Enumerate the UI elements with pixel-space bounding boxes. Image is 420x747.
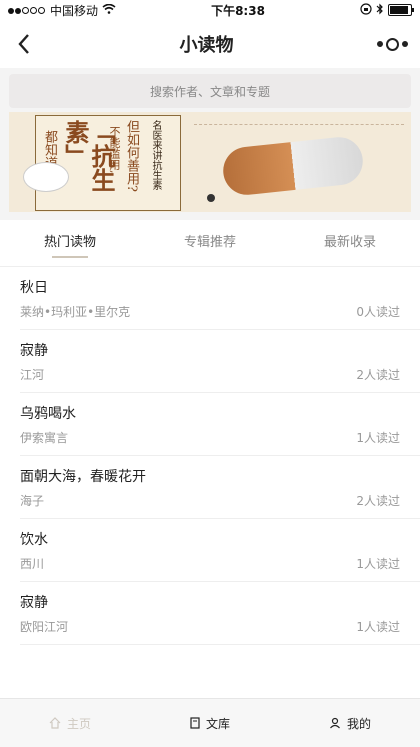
more-button[interactable]	[377, 37, 408, 51]
pill-icon	[23, 162, 69, 192]
reading-list: 秋日 莱纳•玛利亚•里尔克 0人读过 寂静 江河 2人读过 乌鸦喝水 伊索寓言 …	[0, 267, 420, 645]
status-right	[360, 2, 414, 18]
home-icon	[49, 717, 61, 729]
list-item[interactable]: 寂静 欧阳江河 1人读过	[20, 582, 420, 645]
rotation-lock-icon	[360, 2, 372, 18]
bottom-tab-home[interactable]: 主页	[0, 715, 140, 732]
banner[interactable]: 都知道 「抗生素」 但如何善用? 不能滥用, 名医来讲抗生素	[9, 112, 411, 212]
item-title: 寂静	[20, 343, 48, 359]
nav-bar: 小读物	[0, 20, 420, 68]
list-item[interactable]: 面朝大海，春暖花开 海子 2人读过	[20, 456, 420, 519]
signal-icon	[8, 3, 46, 17]
item-reads: 0人读过	[356, 305, 400, 319]
carrier-label: 中国移动	[50, 3, 99, 18]
back-arrow-icon	[18, 34, 29, 54]
library-label: 文库	[205, 716, 230, 731]
list-item[interactable]: 饮水 西川 1人读过	[20, 519, 420, 582]
page-title: 小读物	[179, 35, 234, 56]
search-area: 搜索作者、文章和专题 都知道 「抗生素」 但如何善用? 不能滥用, 名医来讲抗生…	[0, 68, 420, 220]
item-author: 西川	[20, 557, 45, 571]
item-reads: 2人读过	[356, 494, 400, 508]
list-item[interactable]: 秋日 莱纳•玛利亚•里尔克 0人读过	[20, 267, 420, 330]
item-author: 莱纳•玛利亚•里尔克	[20, 305, 131, 319]
tab-bar: 热门读物 专辑推荐 最新收录	[0, 220, 420, 267]
library-icon	[190, 717, 200, 729]
item-author: 海子	[20, 494, 45, 508]
item-reads: 1人读过	[356, 557, 400, 571]
poster-text-3: 但如何善用?	[124, 120, 139, 192]
item-reads: 1人读过	[356, 431, 400, 445]
item-title: 秋日	[20, 280, 48, 296]
item-reads: 2人读过	[356, 368, 400, 382]
poster-text-5: 名医来讲抗生素	[150, 120, 161, 190]
wifi-icon	[102, 3, 116, 17]
home-label: 主页	[66, 716, 91, 731]
search-input[interactable]: 搜索作者、文章和专题	[9, 74, 411, 108]
battery-icon	[388, 4, 414, 16]
item-author: 伊索寓言	[20, 431, 69, 445]
tab-hot[interactable]: 热门读物	[0, 220, 140, 266]
item-title: 面朝大海，春暖花开	[20, 469, 146, 485]
list-item[interactable]: 寂静 江河 2人读过	[20, 330, 420, 393]
bottom-tab-library[interactable]: 文库	[140, 715, 280, 732]
poster-text-4: 不能滥用,	[108, 126, 121, 174]
item-title: 饮水	[20, 532, 48, 548]
status-time: 下午8:38	[211, 3, 265, 18]
item-reads: 1人读过	[356, 620, 400, 634]
more-dot-icon	[402, 41, 408, 47]
status-left: 中国移动	[8, 2, 116, 19]
tab-latest[interactable]: 最新收录	[280, 220, 420, 266]
bluetooth-icon	[376, 3, 384, 18]
bottom-tab-bar: 主页 文库 我的	[0, 698, 420, 747]
list-item[interactable]: 乌鸦喝水 伊索寓言 1人读过	[20, 393, 420, 456]
people-illustration	[194, 124, 404, 205]
item-title: 乌鸦喝水	[20, 406, 76, 422]
item-title: 寂静	[20, 595, 48, 611]
carousel-dot-active[interactable]	[207, 194, 215, 202]
tab-album[interactable]: 专辑推荐	[140, 220, 280, 266]
bottom-tab-me[interactable]: 我的	[280, 715, 420, 732]
me-label: 我的	[346, 716, 371, 731]
more-ring-icon	[386, 37, 399, 51]
item-author: 江河	[20, 368, 45, 382]
status-bar: 中国移动 下午8:38	[0, 0, 420, 20]
back-button[interactable]	[12, 32, 36, 56]
item-author: 欧阳江河	[20, 620, 69, 634]
more-dot-icon	[377, 41, 383, 47]
user-icon	[330, 717, 340, 729]
